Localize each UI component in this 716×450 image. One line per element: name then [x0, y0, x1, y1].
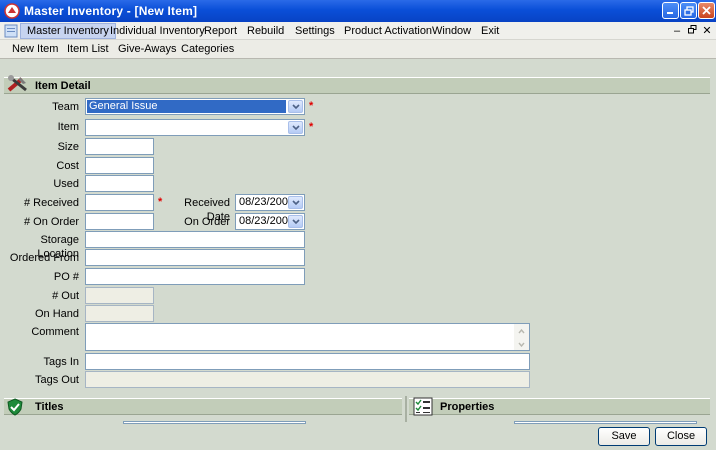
chevron-down-icon	[518, 342, 525, 347]
menu-settings[interactable]: Settings	[289, 23, 341, 39]
received-date-value: 08/23/2007	[239, 196, 295, 208]
menu-window[interactable]: Window	[426, 23, 477, 39]
chevron-down-icon	[291, 218, 300, 224]
close-button[interactable]: Close	[655, 427, 707, 446]
window-title: Master Inventory - [New Item]	[24, 4, 198, 18]
team-value: General Issue	[87, 100, 286, 113]
menu-exit[interactable]: Exit	[475, 23, 505, 39]
mdi-close-icon[interactable]: ✕	[701, 25, 713, 37]
item-list-link[interactable]: Item List	[67, 42, 109, 56]
menu-product-activation[interactable]: Product Activation	[338, 23, 438, 39]
comment-scrollbar[interactable]	[514, 324, 529, 350]
on-order-date-value: 08/23/2007	[239, 215, 295, 227]
tags-out-input	[85, 371, 530, 388]
team-dropdown-button[interactable]	[288, 100, 303, 113]
on-order-date-picker[interactable]: 08/23/2007	[235, 213, 305, 230]
cost-input[interactable]	[85, 157, 154, 174]
received-input[interactable]	[85, 194, 154, 211]
properties-header: Properties	[409, 397, 710, 416]
item-value	[87, 121, 286, 134]
size-input[interactable]	[85, 138, 154, 155]
size-label: Size	[57, 141, 79, 153]
titles-header: Titles	[4, 398, 402, 416]
out-input	[85, 287, 154, 304]
categories-link[interactable]: Categories	[181, 42, 234, 56]
chevron-up-icon	[518, 328, 525, 333]
restore-icon	[683, 5, 694, 16]
menu-report[interactable]: Report	[198, 23, 243, 39]
minimize-icon	[667, 12, 673, 14]
ordered-from-input[interactable]	[85, 249, 305, 266]
item-required-mark: *	[309, 121, 314, 133]
titles-list[interactable]	[123, 421, 306, 424]
menu-rebuild[interactable]: Rebuild	[241, 23, 290, 39]
on-order-input[interactable]	[85, 213, 154, 230]
tags-in-label: Tags In	[43, 356, 79, 368]
storage-location-input[interactable]	[85, 231, 305, 248]
team-required-mark: *	[309, 100, 314, 112]
restore-button[interactable]	[680, 2, 697, 19]
item-dropdown-button[interactable]	[288, 121, 303, 134]
titles-title: Titles	[35, 401, 64, 413]
out-label: # Out	[52, 290, 79, 302]
item-form-panel: Item Detail Team General Issue * Item * …	[0, 59, 716, 450]
scroll-down-button[interactable]	[515, 338, 528, 350]
menu-individual-inventory[interactable]: Individual Inventory	[104, 23, 211, 39]
on-order-label: # On Order	[23, 216, 79, 228]
tools-icon	[7, 75, 27, 92]
toolbar: New Item Item List Give-Aways Categories	[0, 40, 716, 59]
save-button[interactable]: Save	[598, 427, 650, 446]
item-select[interactable]	[85, 119, 305, 136]
menu-master-inventory[interactable]: Master Inventory	[20, 23, 116, 39]
give-aways-link[interactable]: Give-Aways	[118, 42, 176, 56]
panel-splitter[interactable]	[405, 396, 407, 422]
team-label: Team	[52, 101, 79, 113]
comment-label: Comment	[31, 326, 79, 338]
menu-bar: Master Inventory Individual Inventory Re…	[0, 22, 716, 40]
properties-list[interactable]	[514, 421, 697, 424]
chevron-down-icon	[291, 199, 300, 205]
properties-title: Properties	[440, 401, 495, 413]
minimize-button[interactable]	[662, 2, 679, 19]
title-bar: Master Inventory - [New Item]	[0, 0, 716, 22]
checklist-icon	[413, 397, 433, 416]
po-input[interactable]	[85, 268, 305, 285]
used-input[interactable]	[85, 175, 154, 192]
item-label: Item	[57, 121, 79, 133]
on-order-date-dropdown-button[interactable]	[288, 215, 303, 228]
mdi-restore-icon[interactable]	[686, 25, 698, 37]
tags-out-label: Tags Out	[34, 374, 79, 386]
item-detail-header: Item Detail	[4, 75, 710, 94]
close-window-button[interactable]	[698, 2, 715, 19]
close-icon	[702, 6, 711, 15]
ordered-from-label: Ordered From	[9, 252, 79, 264]
chevron-down-icon	[291, 124, 300, 130]
document-icon	[4, 24, 18, 38]
used-label: Used	[53, 178, 79, 190]
comment-textarea[interactable]	[85, 323, 530, 351]
on-hand-label: On Hand	[34, 308, 79, 320]
shield-check-icon	[7, 398, 23, 416]
tags-in-input[interactable]	[85, 353, 530, 370]
mdi-minimize-icon[interactable]: –	[671, 25, 683, 37]
app-icon	[4, 3, 20, 19]
received-label: # Received	[23, 197, 79, 209]
chevron-down-icon	[291, 103, 300, 109]
cost-label: Cost	[56, 160, 79, 172]
scroll-up-button[interactable]	[515, 325, 528, 337]
team-select[interactable]: General Issue	[85, 98, 305, 115]
received-date-dropdown-button[interactable]	[288, 196, 303, 209]
on-hand-input	[85, 305, 154, 322]
po-label: PO #	[53, 271, 79, 283]
received-date-picker[interactable]: 08/23/2007	[235, 194, 305, 211]
new-item-link[interactable]: New Item	[12, 42, 58, 56]
item-detail-title: Item Detail	[35, 80, 91, 92]
